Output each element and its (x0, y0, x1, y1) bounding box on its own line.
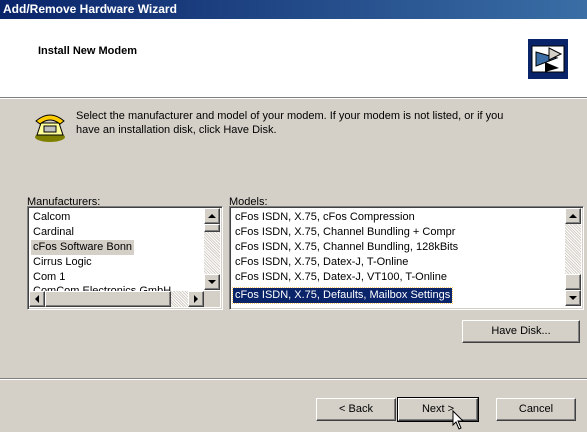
scroll-up-button[interactable] (204, 208, 220, 224)
chevron-up-icon (569, 214, 577, 218)
chevron-up-icon (208, 214, 216, 218)
manufacturer-item[interactable]: Calcom (31, 210, 72, 225)
chevron-down-icon (569, 296, 577, 300)
window-title: Add/Remove Hardware Wizard (3, 2, 177, 16)
model-item[interactable]: cFos ISDN, X.75, Datex-J, T-Online (233, 255, 410, 270)
phone-modem-icon (35, 114, 65, 142)
chevron-right-icon (194, 295, 198, 303)
manufacturer-item[interactable]: Cirrus Logic (31, 255, 94, 270)
instructions-text: Select the manufacturer and model of you… (76, 109, 566, 137)
scroll-up-button[interactable] (565, 208, 581, 224)
model-item-selected[interactable]: cFos ISDN, X.75, Defaults, Mailbox Setti… (231, 287, 454, 304)
scroll-down-button[interactable] (565, 290, 581, 306)
mouse-cursor-icon (452, 410, 465, 430)
model-item[interactable]: cFos ISDN, X.75, Channel Bundling, 128kB… (233, 240, 460, 255)
footer-separator-highlight (0, 379, 587, 380)
models-listbox[interactable]: cFos ISDN, X.75, cFos Compression cFos I… (229, 206, 584, 310)
chevron-down-icon (208, 280, 216, 284)
manufacturers-listbox[interactable]: Calcom Cardinal cFos Software Bonn Cirru… (27, 206, 223, 310)
scroll-left-button[interactable] (29, 291, 45, 307)
model-item[interactable]: cFos ISDN, X.75, cFos Compression (233, 210, 417, 225)
title-bar: Add/Remove Hardware Wizard (0, 0, 587, 19)
next-button[interactable]: Next > (397, 397, 479, 422)
manufacturer-item-selected[interactable]: cFos Software Bonn (31, 240, 135, 255)
scrollbar-corner (204, 291, 220, 307)
hardware-wizard-icon (528, 39, 568, 79)
chevron-left-icon (35, 295, 39, 303)
have-disk-button[interactable]: Have Disk... (462, 320, 580, 343)
instructions-line-2: have an installation disk, click Have Di… (76, 124, 277, 136)
wizard-header: Install New Modem (0, 19, 587, 98)
page-title: Install New Modem (38, 45, 138, 57)
instructions-line-1: Select the manufacturer and model of you… (76, 110, 504, 122)
scroll-down-button[interactable] (204, 274, 220, 290)
manufacturer-item[interactable]: Cardinal (31, 225, 76, 240)
scroll-right-button[interactable] (188, 291, 204, 307)
model-item[interactable]: cFos ISDN, X.75, Channel Bundling + Comp… (233, 225, 457, 240)
model-item[interactable]: cFos ISDN, X.75, Datex-J, VT100, T-Onlin… (233, 270, 449, 285)
back-button[interactable]: < Back (316, 398, 396, 421)
cancel-button[interactable]: Cancel (496, 398, 576, 421)
header-separator (0, 98, 587, 99)
scroll-thumb[interactable] (565, 274, 581, 290)
horizontal-scroll-thumb[interactable] (45, 291, 171, 307)
manufacturer-item[interactable]: Com 1 (31, 270, 67, 285)
scroll-thumb[interactable] (204, 224, 220, 232)
